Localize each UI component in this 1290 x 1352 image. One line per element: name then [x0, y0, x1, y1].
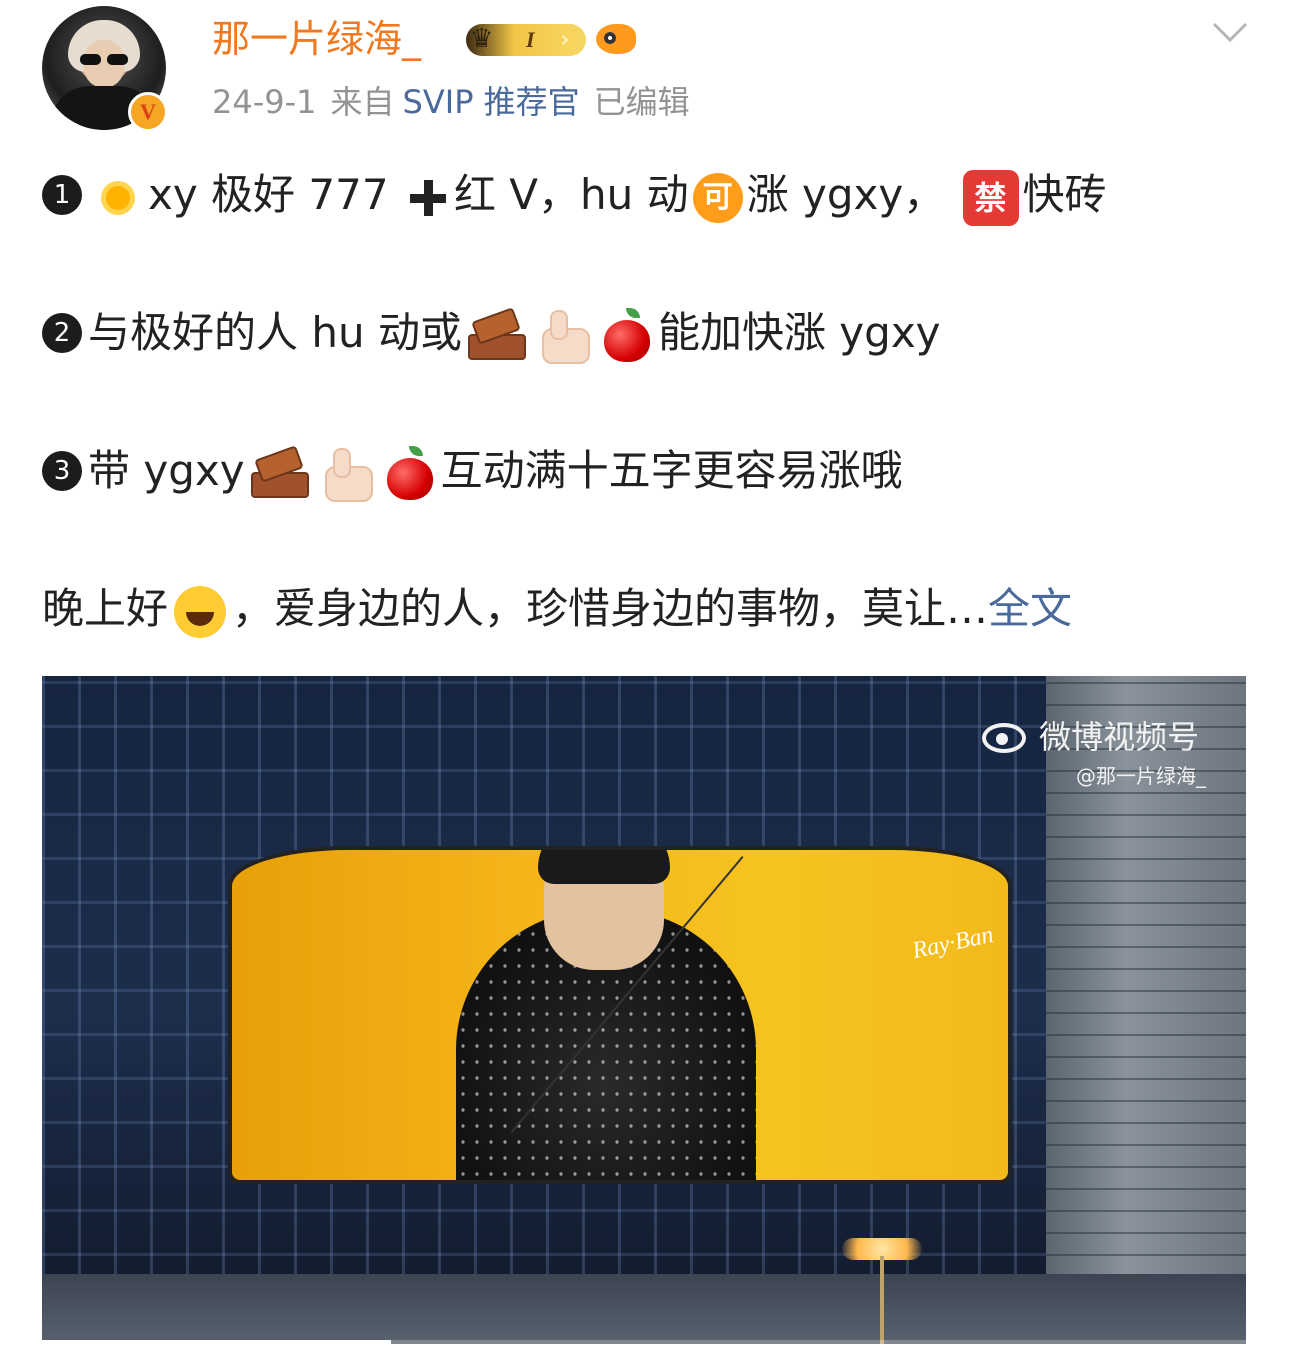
edited-label[interactable]: 已编辑	[594, 83, 690, 121]
crown-icon: ♛	[470, 24, 494, 54]
video-player[interactable]: Ray·Ban 微博视频号 @那一片绿海_	[42, 676, 1246, 1344]
video-watermark: 微博视频号 @那一片绿海_	[978, 712, 1206, 788]
thumbs-up-icon	[536, 308, 592, 364]
line4-text-b: ，爱身边的人，珍惜身边的事物，莫让…	[232, 584, 989, 633]
line1-text-d: 快砖	[1022, 170, 1107, 219]
brand-logo-icon: Ray·Ban	[910, 921, 996, 965]
fish-icon[interactable]	[596, 24, 636, 54]
smile-icon	[172, 584, 228, 640]
apple-icon	[383, 445, 437, 502]
line1-text-a: xy 极好 777	[148, 170, 389, 219]
video-progress-fill	[42, 1340, 392, 1344]
line1-text-b: 红 V，hu 动	[453, 170, 689, 219]
user-badges[interactable]: ♛ I ›	[466, 20, 646, 60]
sun-icon	[92, 172, 144, 224]
expand-full-text-link[interactable]: 全文	[988, 584, 1072, 633]
number-3-icon: 3	[42, 451, 82, 491]
ke-icon: 可	[692, 172, 743, 223]
post-meta: 24-9-1 来自 SVIP 推荐官 已编辑	[212, 80, 704, 124]
username[interactable]: 那一片绿海_	[212, 14, 421, 64]
svip-level-badge[interactable]: ♛ I ›	[466, 24, 586, 56]
post-date: 24-9-1	[212, 83, 317, 121]
verified-badge: V	[128, 92, 168, 132]
line2-text-a: 与极好的人 hu 动或	[88, 308, 462, 357]
video-progress-bar[interactable]	[42, 1340, 1246, 1344]
street	[42, 1274, 1246, 1344]
plus-icon	[406, 176, 450, 220]
chevron-right-icon: ›	[560, 25, 570, 53]
line3-text-a: 带 ygxy	[88, 446, 245, 495]
thumbs-up-icon	[319, 446, 375, 502]
post-from: 来自	[330, 83, 395, 121]
watermark-title: 微博视频号	[1039, 718, 1200, 756]
level-label: I	[526, 27, 535, 52]
line2-text-b: 能加快涨 ygxy	[657, 308, 941, 357]
brick-icon	[466, 306, 528, 364]
text-line-1: 1 xy 极好 777 红 V，hu 动可涨 ygxy， 禁快砖	[42, 160, 1107, 230]
number-1-icon: 1	[42, 175, 82, 215]
text-line-4: 晚上好 ，爱身边的人，珍惜身边的事物，莫让…全文	[42, 574, 1072, 644]
apple-icon	[600, 307, 654, 364]
billboard-screen: Ray·Ban	[228, 846, 1012, 1184]
text-line-3: 3带 ygxy 互动满十五字更容易涨哦	[42, 436, 903, 506]
person-head	[538, 850, 670, 970]
line1-text-c: 涨 ygxy，	[746, 170, 946, 219]
post-header: V 那一片绿海_ ♛ I › 24-9-1 来自 SVIP 推荐官 已编辑	[0, 0, 1290, 140]
brick-icon	[249, 444, 311, 502]
line4-text-a: 晚上好	[42, 584, 169, 633]
text-line-2: 2 与极好的人 hu 动或 能加快涨 ygxy	[42, 298, 941, 368]
chevron-down-icon[interactable]	[1210, 18, 1250, 46]
watermark-handle: @那一片绿海_	[1076, 764, 1206, 788]
post-source[interactable]: SVIP 推荐官	[403, 83, 580, 121]
weibo-logo-icon	[978, 715, 1034, 755]
lamp-pole	[880, 1256, 884, 1344]
line3-text-b: 互动满十五字更容易涨哦	[440, 446, 903, 495]
jin-icon: 禁	[962, 169, 1019, 226]
number-2-icon: 2	[42, 313, 82, 353]
